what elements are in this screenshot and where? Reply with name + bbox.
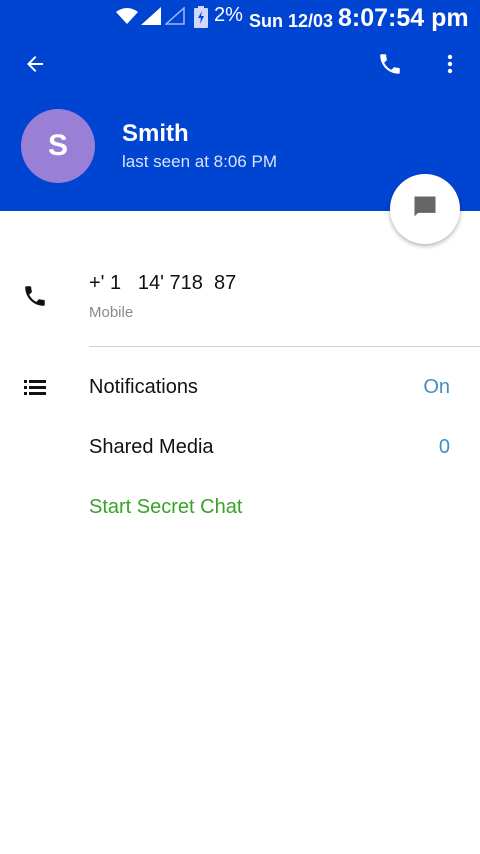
shared-media-count: 0	[438, 436, 450, 458]
call-button[interactable]	[370, 46, 410, 86]
phone-number[interactable]: +' 1 14' 718 87	[89, 272, 236, 295]
shared-media-label: Shared Media	[89, 436, 214, 458]
signal-icon	[141, 7, 161, 30]
message-icon	[411, 193, 439, 226]
notifications-row[interactable]: Notifications On	[0, 360, 480, 416]
send-message-button[interactable]	[390, 174, 460, 244]
back-button[interactable]	[15, 46, 55, 86]
status-bar: 2% Sun 12/03 8:07:54 pm	[0, 0, 480, 36]
last-seen-status: last seen at 8:06 PM	[122, 152, 277, 171]
phone-type-label: Mobile	[89, 304, 134, 321]
battery-percent: 2%	[214, 4, 243, 26]
start-secret-chat-row[interactable]: Start Secret Chat	[0, 480, 480, 536]
status-time: 8:07:54 pm	[338, 4, 469, 32]
battery-icon	[194, 6, 208, 33]
more-vert-icon	[438, 52, 462, 81]
status-date: Sun 12/03	[249, 11, 334, 31]
signal-empty-icon	[164, 6, 185, 30]
more-options-button[interactable]	[430, 46, 470, 86]
phone-icon	[377, 51, 403, 82]
contact-name: Smith	[122, 120, 189, 147]
notifications-label: Notifications	[89, 376, 198, 398]
wifi-icon	[116, 7, 138, 30]
notifications-value: On	[423, 376, 450, 398]
arrow-back-icon	[23, 52, 47, 81]
start-secret-chat-label: Start Secret Chat	[89, 496, 243, 518]
shared-media-row[interactable]: Shared Media 0	[0, 420, 480, 476]
divider	[89, 346, 480, 347]
phone-icon	[22, 283, 48, 314]
avatar[interactable]: S	[21, 109, 95, 183]
